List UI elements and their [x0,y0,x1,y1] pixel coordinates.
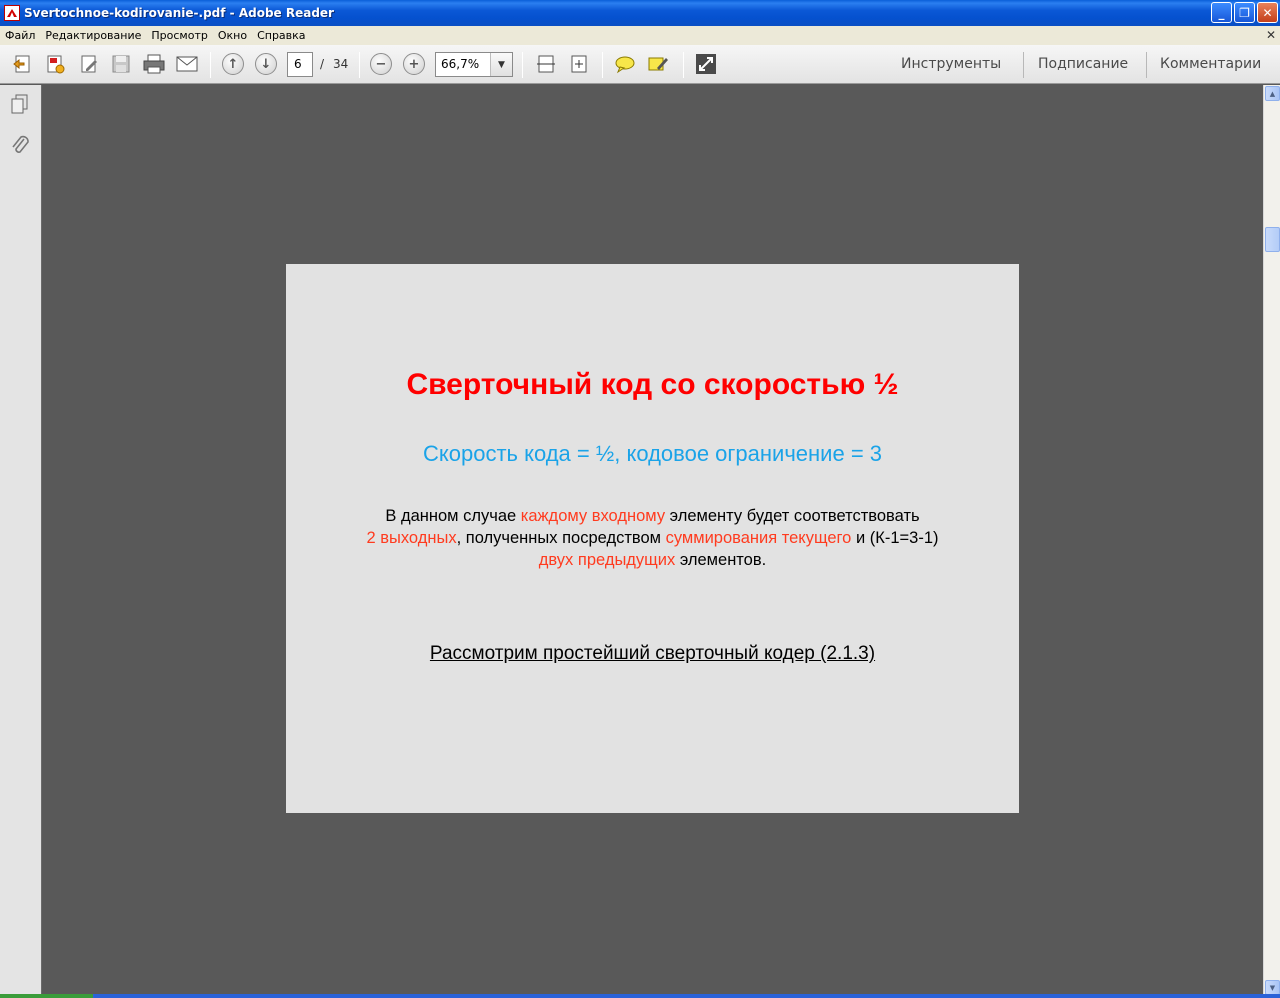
body-text: В данном случае [385,507,521,525]
page-separator: / [320,57,325,71]
page-total: 34 [333,57,349,71]
full-screen-icon[interactable] [694,53,718,75]
scroll-thumb[interactable] [1265,227,1280,252]
zoom-in-icon[interactable]: + [402,53,426,75]
toolbar-divider [359,52,360,78]
window-controls: _ ❐ ✕ [1211,2,1278,23]
tools-pane-link[interactable]: Инструменты [901,56,1001,72]
body-highlight: каждому входному [520,507,666,525]
email-icon[interactable] [175,53,199,75]
comment-icon[interactable] [613,53,637,75]
highlight-icon[interactable] [646,53,670,75]
scroll-down-icon[interactable]: ▼ [1265,980,1280,995]
window-title: Svertochnoe-kodirovanie-.pdf - Adobe Rea… [24,6,334,20]
taskbar-edge [93,994,1280,998]
body-text: и (К-1=3-1) [851,529,939,547]
zoom-out-icon[interactable]: − [369,53,393,75]
menu-edit[interactable]: Редактирование [40,29,146,42]
scroll-up-icon[interactable]: ▲ [1265,86,1280,101]
zoom-dropdown-icon[interactable]: ▼ [490,53,512,76]
encoder-link[interactable]: Рассмотрим простейший сверточный кодер (… [286,643,1019,665]
menu-help[interactable]: Справка [252,29,310,42]
navigation-pane [0,85,42,998]
previous-page-icon[interactable]: ↑ [221,53,245,75]
pane-divider [1023,52,1024,78]
page-number-input[interactable]: 6 [287,52,313,77]
pane-divider [1146,52,1147,78]
start-button-edge [0,994,93,998]
fit-width-icon[interactable] [567,53,591,75]
toolbar-divider [602,52,603,78]
fit-page-icon[interactable] [534,53,558,75]
body-highlight: двух предыдущих [538,551,676,569]
create-pdf-icon[interactable] [43,53,67,75]
body-text: , полученных посредством [456,529,666,547]
title-bar: Svertochnoe-kodirovanie-.pdf - Adobe Rea… [0,0,1280,26]
page-thumbnails-icon[interactable] [8,91,32,117]
body-highlight: 2 выходных [366,529,457,547]
pdf-page: Сверточный код со скоростью ½ Скорость к… [286,264,1019,813]
next-page-icon[interactable]: ↓ [254,53,278,75]
edit-icon[interactable] [77,53,101,75]
toolbar-divider [210,52,211,78]
vertical-scrollbar[interactable]: ▲ ▼ [1263,85,1280,998]
restore-button[interactable]: ❐ [1234,2,1255,23]
open-icon[interactable] [10,53,34,75]
body-line: 2 выходных, полученных посредством сумми… [286,527,1019,549]
body-text: элементу будет соответствовать [665,507,920,525]
close-button[interactable]: ✕ [1257,2,1278,23]
menu-file[interactable]: Файл [0,29,40,42]
body-highlight: суммирования текущего [665,529,852,547]
sign-pane-link[interactable]: Подписание [1038,56,1128,72]
minimize-button[interactable]: _ [1211,2,1232,23]
close-document-icon[interactable]: ✕ [1266,28,1276,42]
menu-bar: Файл Редактирование Просмотр Окно Справк… [0,26,1280,45]
body-line: В данном случае каждому входному элемент… [286,505,1019,527]
attachments-icon[interactable] [8,133,32,159]
menu-view[interactable]: Просмотр [146,29,212,42]
slide-title: Сверточный код со скоростью ½ [406,368,899,401]
slide-subtitle: Скорость кода = ½, кодовое ограничение =… [422,441,883,466]
adobe-reader-icon [4,5,20,21]
body-line: двух предыдущих элементов. [286,549,1019,571]
print-icon[interactable] [142,53,166,75]
slide-body: В данном случае каждому входному элемент… [286,505,1019,571]
body-text: элементов. [675,551,767,569]
save-icon[interactable] [109,53,133,75]
toolbar-divider [522,52,523,78]
toolbar-divider [683,52,684,78]
menu-window[interactable]: Окно [213,29,252,42]
comments-pane-link[interactable]: Комментарии [1160,56,1261,72]
